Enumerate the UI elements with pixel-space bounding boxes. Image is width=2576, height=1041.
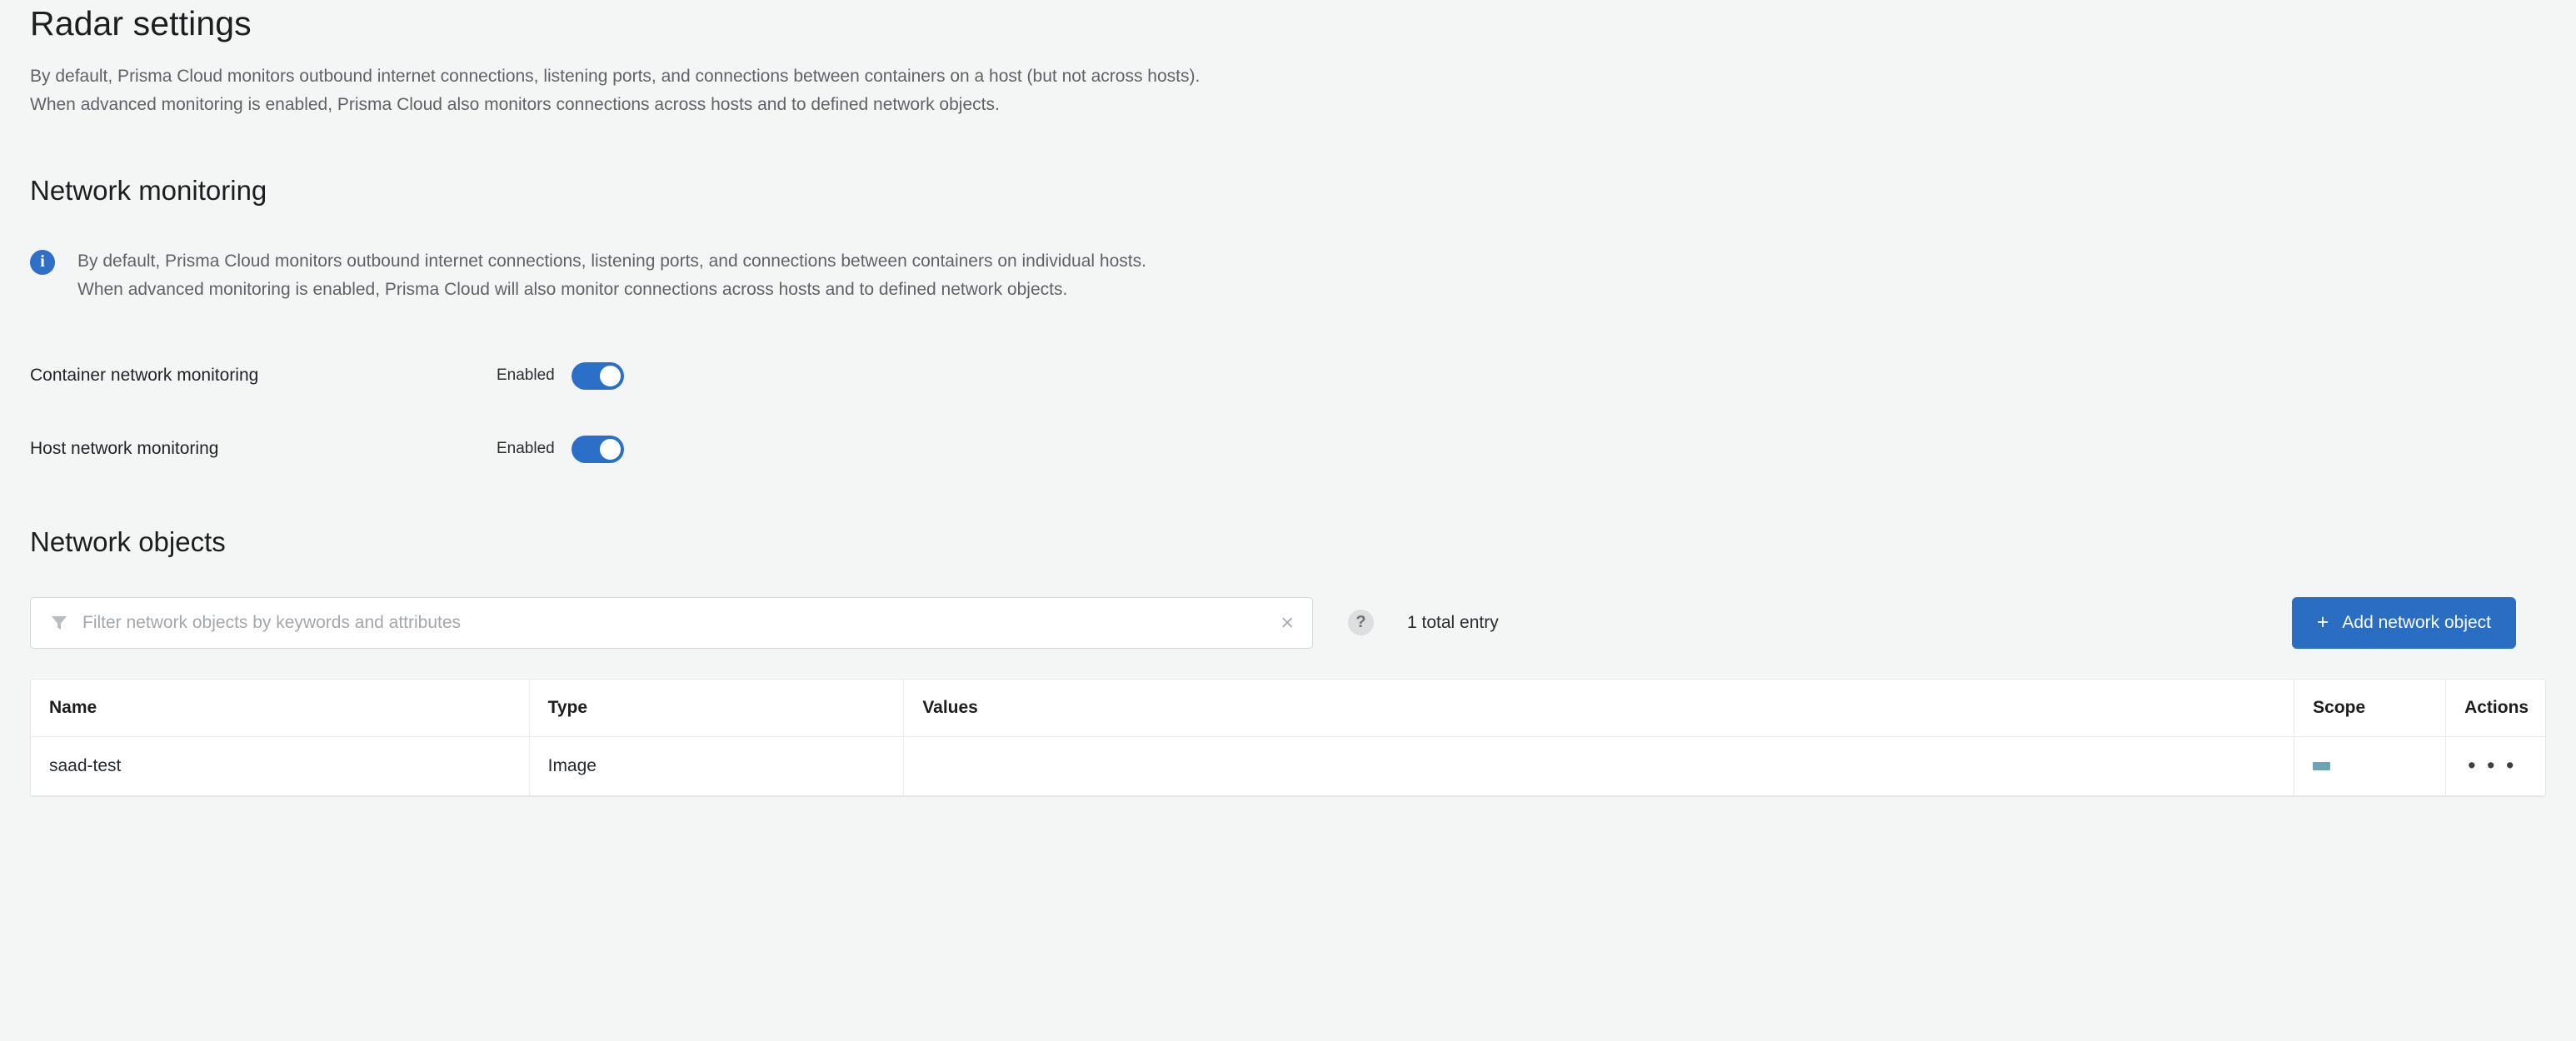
- total-entry-count: 1 total entry: [1407, 612, 1499, 632]
- host-network-monitoring-toggle[interactable]: [571, 435, 624, 463]
- info-icon: i: [30, 249, 55, 275]
- container-network-monitoring-toggle[interactable]: [571, 361, 624, 390]
- host-network-monitoring-label: Host network monitoring: [30, 439, 219, 459]
- column-header-type[interactable]: Type: [530, 679, 905, 736]
- filter-input[interactable]: [82, 612, 1267, 633]
- network-objects-table: Name Type Values Scope Actions saad-test…: [30, 678, 2546, 797]
- page-description: By default, Prisma Cloud monitors outbou…: [30, 62, 2546, 119]
- plus-icon: +: [2316, 610, 2329, 635]
- clear-filter-icon[interactable]: ×: [1281, 611, 1294, 634]
- column-header-scope[interactable]: Scope: [2294, 679, 2447, 736]
- toggle-knob: [599, 365, 621, 386]
- network-objects-toolbar: × ? 1 total entry + Add network object: [30, 596, 2546, 649]
- column-header-name[interactable]: Name: [31, 679, 530, 736]
- help-icon[interactable]: ?: [1348, 610, 1374, 636]
- container-network-monitoring-row: Container network monitoring Enabled: [30, 359, 2546, 392]
- info-line-1: By default, Prisma Cloud monitors outbou…: [77, 251, 1146, 271]
- radar-settings-page: Radar settings By default, Prisma Cloud …: [0, 0, 2576, 1041]
- network-monitoring-section-title: Network monitoring: [30, 175, 267, 207]
- container-network-monitoring-state: Enabled: [497, 366, 555, 385]
- table-row[interactable]: saad-test Image • • •: [31, 736, 2545, 796]
- page-description-line-1: By default, Prisma Cloud monitors outbou…: [30, 67, 1201, 87]
- filter-input-container[interactable]: ×: [30, 596, 1313, 649]
- cell-values: [904, 736, 2295, 795]
- page-description-line-2: When advanced monitoring is enabled, Pri…: [30, 95, 1000, 115]
- table-header-row: Name Type Values Scope Actions: [31, 679, 2545, 737]
- network-objects-section-title: Network objects: [30, 526, 226, 558]
- add-network-object-label: Add network object: [2342, 612, 2491, 632]
- page-title: Radar settings: [30, 4, 252, 42]
- info-line-2: When advanced monitoring is enabled, Pri…: [77, 280, 1068, 300]
- cell-name: saad-test: [31, 736, 530, 795]
- network-monitoring-info-text: By default, Prisma Cloud monitors outbou…: [77, 247, 1146, 304]
- host-network-monitoring-row: Host network monitoring Enabled: [30, 432, 2546, 466]
- toggle-knob: [599, 438, 621, 460]
- scope-chip: [2313, 761, 2331, 770]
- container-network-monitoring-label: Container network monitoring: [30, 366, 259, 386]
- column-header-values[interactable]: Values: [904, 679, 2295, 736]
- cell-type: Image: [530, 736, 905, 795]
- add-network-object-button[interactable]: + Add network object: [2291, 596, 2516, 649]
- funnel-icon: [52, 615, 67, 630]
- row-actions-menu-icon[interactable]: • • •: [2468, 755, 2516, 777]
- network-monitoring-info-callout: i By default, Prisma Cloud monitors outb…: [30, 247, 2546, 304]
- column-header-actions[interactable]: Actions: [2446, 680, 2545, 736]
- host-network-monitoring-state: Enabled: [497, 440, 555, 458]
- cell-actions: • • •: [2446, 737, 2545, 795]
- cell-scope: [2294, 736, 2447, 795]
